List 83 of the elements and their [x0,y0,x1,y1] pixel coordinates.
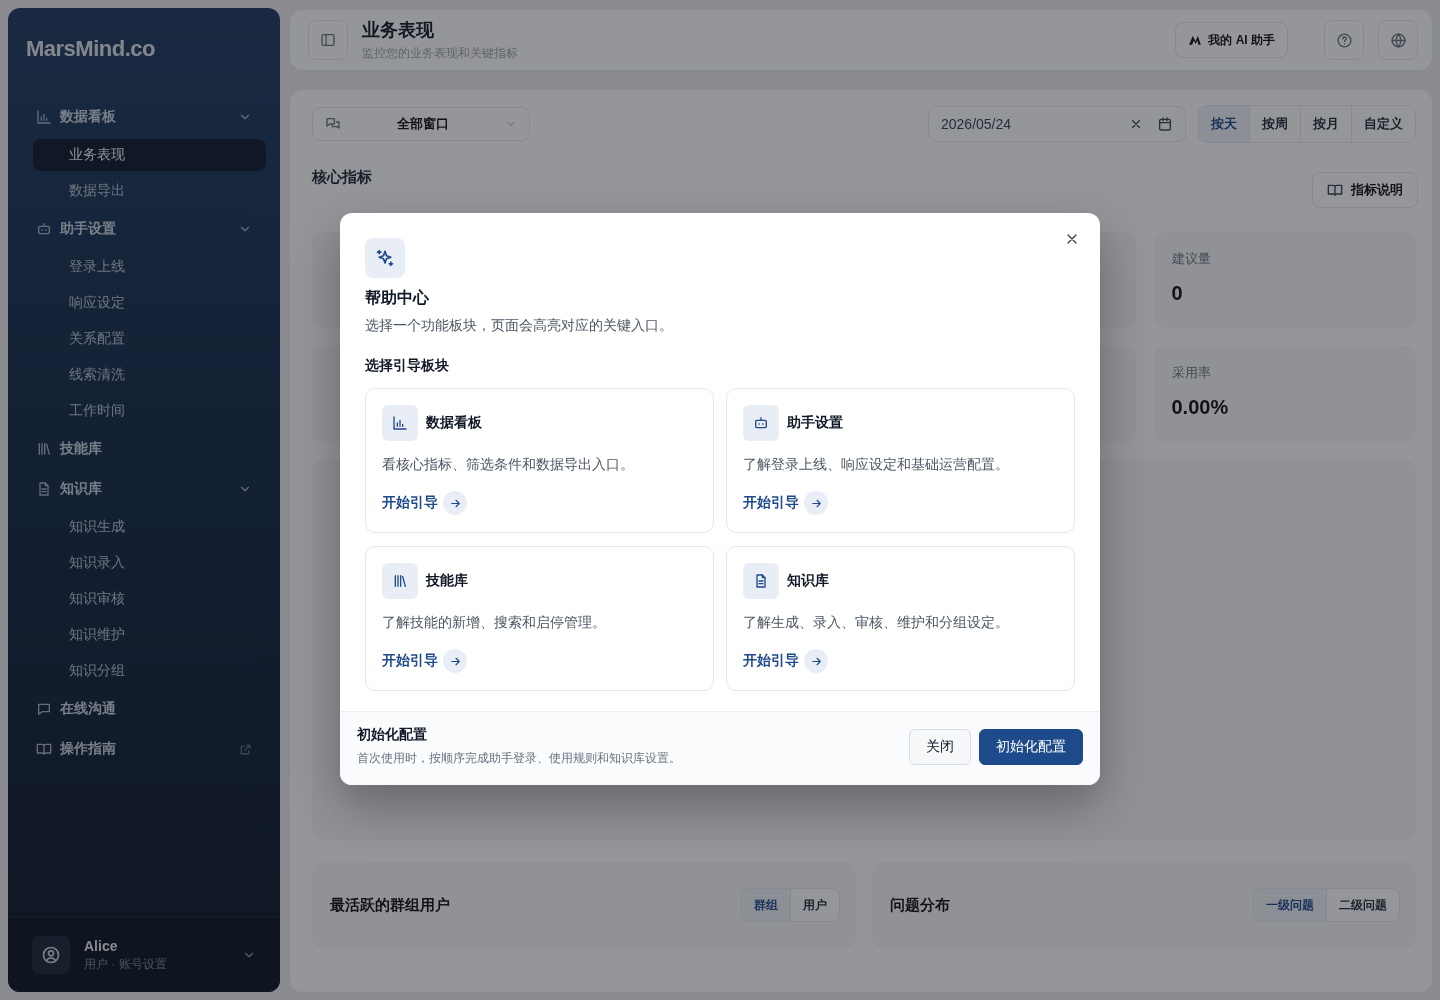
metric-value: 0.00% [1171,396,1230,419]
start-guide-link[interactable]: 开始引导 [743,649,828,673]
ai-assistant-button[interactable]: 我的 AI 助手 [1175,22,1288,58]
book-icon [36,741,52,757]
module-card[interactable]: 知识库 了解生成、录入、审核、维护和分组设定。 开始引导 [726,546,1075,691]
toggle-tab[interactable]: 二级问题 [1326,889,1399,921]
module-description: 了解登录上线、响应设定和基础运营配置。 [743,456,1009,474]
metric-value: 0 [1171,282,1184,305]
cancel-button[interactable]: 关闭 [909,728,971,765]
toggle-tab[interactable]: 群组 [742,889,790,921]
sidebar-subitem[interactable]: 工作时间 [33,395,266,427]
period-tab[interactable]: 自定义 [1351,106,1415,142]
sidebar-subitem[interactable]: 线索清洗 [33,359,266,391]
channel-select[interactable]: 全部窗口 [312,107,530,141]
help-icon [1335,31,1353,49]
library-icon [36,441,52,457]
sidebar-subitem[interactable]: 关系配置 [33,323,266,355]
toggle-tab[interactable]: 一级问题 [1254,889,1326,921]
user-name: Alice [84,937,119,954]
footer-description: 首次使用时，按顺序完成助手登录、使用规则和知识库设置。 [357,750,682,767]
module-title: 技能库 [426,572,468,590]
start-guide-link[interactable]: 开始引导 [382,649,467,673]
sidebar-subitem[interactable]: 知识审核 [33,583,266,615]
brand-logo: MarsMind.co [8,8,173,85]
page-title: 业务表现 [362,19,435,42]
sidebar-item[interactable]: 数据看板 [22,99,266,135]
sidebar-subitem[interactable]: 知识分组 [33,655,266,687]
sidebar-toggle-button[interactable] [308,20,348,60]
period-tab[interactable]: 按天 [1199,106,1249,142]
logo-icon [1188,33,1203,47]
sidebar-item[interactable]: 助手设置 [22,211,266,247]
section-title: 核心指标 [312,168,373,187]
sidebar-subitem[interactable]: 知识维护 [33,619,266,651]
library-icon [392,573,408,589]
sidebar-subitem[interactable]: 知识生成 [33,511,266,543]
globe-icon [1389,31,1407,49]
metric-label: 建议量 [1171,250,1212,268]
sidebar-subitem[interactable]: 响应设定 [33,287,266,319]
robot-icon [753,415,769,431]
module-title: 知识库 [787,572,829,590]
avatar[interactable] [32,936,70,974]
date-field[interactable]: 2026/05/24 [928,106,1186,142]
user-icon [41,945,61,965]
sidebar-subitem[interactable]: 登录上线 [33,251,266,283]
bar-chart-icon [36,109,52,125]
setup-button[interactable]: 初始化配置 [979,728,1083,765]
book-icon [1327,182,1343,198]
module-card[interactable]: 助手设置 了解登录上线、响应设定和基础运营配置。 开始引导 [726,388,1075,533]
panel-title: 最活跃的群组用户 [330,895,451,915]
calendar-icon[interactable] [1157,116,1173,132]
robot-icon [36,221,52,237]
module-card[interactable]: 数据看板 看核心指标、筛选条件和数据导出入口。 开始引导 [365,388,714,533]
document-icon [753,573,769,589]
toggle-tab[interactable]: 用户 [790,889,839,921]
start-guide-link[interactable]: 开始引导 [743,491,828,515]
sidebar-item[interactable]: 技能库 [22,431,266,467]
dialog-title: 帮助中心 [365,288,429,308]
panel-title: 问题分布 [890,895,951,915]
bar-chart-icon [392,415,408,431]
module-description: 了解技能的新增、搜索和启停管理。 [382,614,606,632]
sidebar-subitem[interactable]: 业务表现 [33,139,266,171]
footer-title: 初始化配置 [357,726,428,744]
section-title: 选择引导板块 [365,357,449,375]
sidebar-subitem[interactable]: 知识录入 [33,547,266,579]
module-card[interactable]: 技能库 了解技能的新增、搜索和启停管理。 开始引导 [365,546,714,691]
module-description: 看核心指标、筛选条件和数据导出入口。 [382,456,634,474]
chat-bubble-icon [36,701,52,717]
document-icon [36,481,52,497]
sidebar-icon [320,32,336,48]
metrics-guide-button[interactable]: 指标说明 [1312,172,1418,208]
sidebar-item[interactable]: 操作指南 [22,731,266,767]
start-guide-link[interactable]: 开始引导 [382,491,467,515]
language-button[interactable] [1378,20,1418,60]
module-title: 助手设置 [787,414,843,432]
sidebar-item[interactable]: 知识库 [22,471,266,507]
dialog-description: 选择一个功能板块，页面会高亮对应的关键入口。 [365,317,673,335]
clear-icon[interactable] [1129,117,1143,131]
help-button[interactable] [1324,20,1364,60]
sidebar-item[interactable]: 在线沟通 [22,691,266,727]
module-description: 了解生成、录入、审核、维护和分组设定。 [743,614,1009,632]
metric-label: 采用率 [1171,364,1212,382]
module-title: 数据看板 [426,414,482,432]
sidebar-subitem[interactable]: 数据导出 [33,175,266,207]
